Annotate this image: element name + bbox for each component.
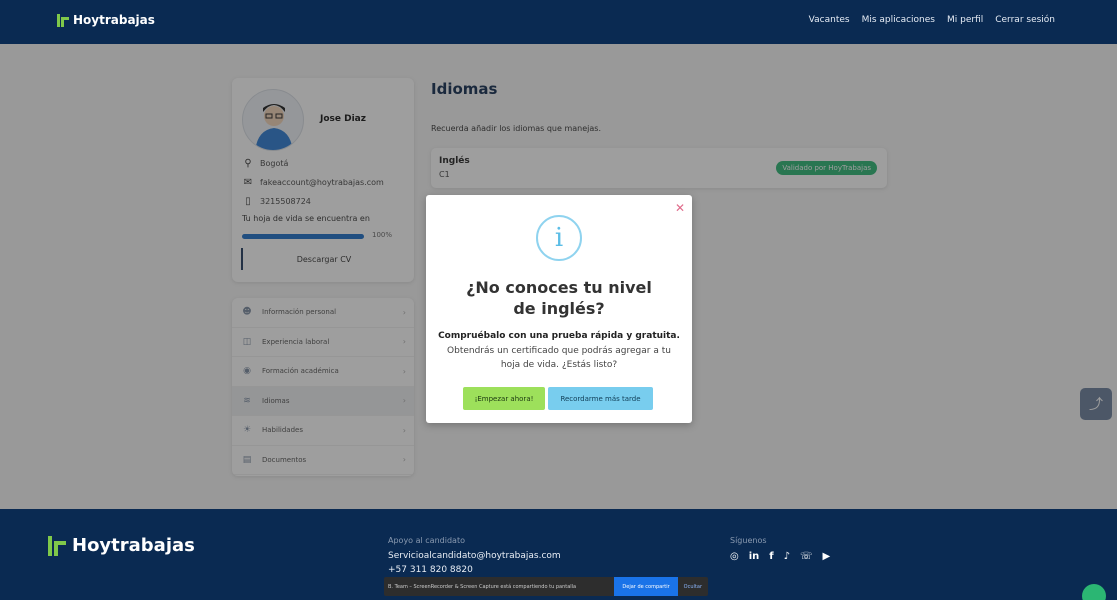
nav-vacantes[interactable]: Vacantes xyxy=(809,15,850,25)
modal-highlight-text: Compruébalo con una prueba rápida y grat… xyxy=(438,331,680,341)
top-header: Hoytrabajas Vacantes Mis aplicaciones Mi… xyxy=(0,0,1117,44)
logo-mark-icon xyxy=(57,13,69,27)
footer-social: Síguenos ◎ in f ♪ ☏ ▶ xyxy=(730,536,830,562)
share-bar-text: B. Team – ScreenRecorder & Screen Captur… xyxy=(388,583,577,590)
instagram-icon[interactable]: ◎ xyxy=(730,551,739,562)
linkedin-icon[interactable]: in xyxy=(749,551,760,562)
footer-support: Apoyo al candidato Servicioalcandidato@h… xyxy=(388,536,561,579)
whatsapp-icon[interactable]: ☏ xyxy=(800,551,813,562)
nav-mis-aplicaciones[interactable]: Mis aplicaciones xyxy=(862,15,935,25)
footer-brand-name: Hoytrabajas xyxy=(72,535,195,556)
stop-sharing-button[interactable]: Dejar de compartir xyxy=(614,577,678,596)
nav-cerrar-sesion[interactable]: Cerrar sesión xyxy=(995,15,1055,25)
footer-logo[interactable]: Hoytrabajas xyxy=(48,535,195,556)
support-heading: Apoyo al candidato xyxy=(388,536,465,545)
tiktok-icon[interactable]: ♪ xyxy=(784,551,790,562)
facebook-icon[interactable]: f xyxy=(769,551,773,562)
social-icons: ◎ in f ♪ ☏ ▶ xyxy=(730,551,830,562)
info-icon: i xyxy=(536,215,582,261)
support-email-link[interactable]: Servicioalcandidato@hoytrabajas.com xyxy=(388,551,561,561)
brand-logo[interactable]: Hoytrabajas xyxy=(57,13,155,27)
remind-later-button[interactable]: Recordarme más tarde xyxy=(548,387,653,410)
nav-mi-perfil[interactable]: Mi perfil xyxy=(947,15,983,25)
social-heading: Síguenos xyxy=(730,536,767,545)
modal-title: ¿No conoces tu nivel de inglés? xyxy=(466,278,652,318)
top-nav: Vacantes Mis aplicaciones Mi perfil Cerr… xyxy=(809,15,1055,25)
english-level-modal: ✕ i ¿No conoces tu nivel de inglés? Comp… xyxy=(426,195,692,423)
start-now-button[interactable]: ¡Empezar ahora! xyxy=(463,387,545,410)
youtube-icon[interactable]: ▶ xyxy=(823,551,831,562)
support-phone[interactable]: +57 311 820 8820 xyxy=(388,565,561,575)
hide-share-bar-button[interactable]: Ocultar xyxy=(678,584,708,590)
logo-mark-icon xyxy=(48,535,66,556)
modal-body-text: Obtendrás un certificado que podrás agre… xyxy=(447,346,671,370)
screen-share-bar: B. Team – ScreenRecorder & Screen Captur… xyxy=(384,577,708,596)
close-icon[interactable]: ✕ xyxy=(675,201,685,215)
brand-name: Hoytrabajas xyxy=(73,13,155,27)
